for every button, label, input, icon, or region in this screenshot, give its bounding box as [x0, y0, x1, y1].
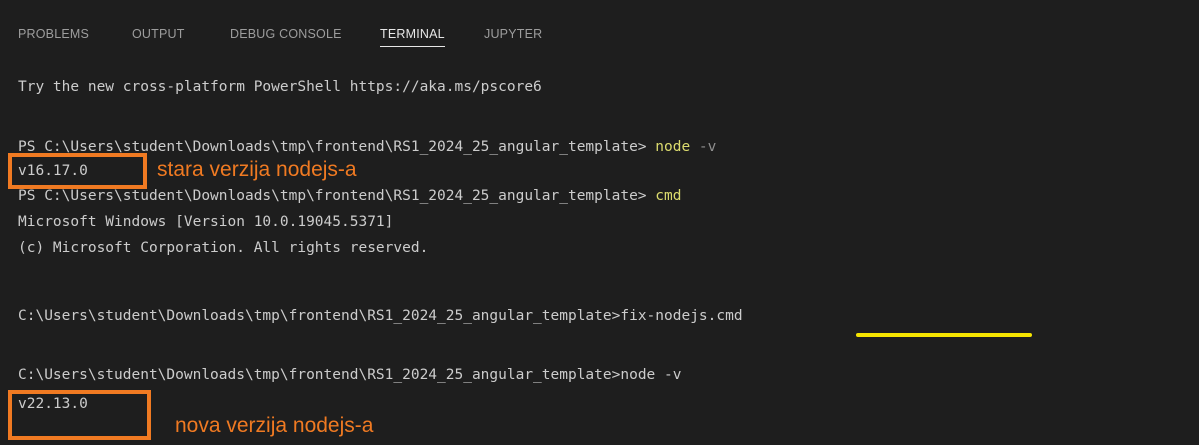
tab-problems[interactable]: PROBLEMS — [18, 27, 89, 41]
ps-prompt: PS C:\Users\student\Downloads\tmp\fronte… — [18, 188, 656, 204]
terminal-line-windows-version: Microsoft Windows [Version 10.0.19045.53… — [18, 214, 394, 230]
annotation-new-version: nova verzija nodejs-a — [175, 414, 374, 437]
terminal-line-copyright: (c) Microsoft Corporation. All rights re… — [18, 240, 429, 256]
command-node: node — [655, 139, 691, 155]
active-tab-indicator — [380, 46, 445, 47]
command-cmd: cmd — [655, 188, 682, 204]
command-fix-nodejs: fix-nodejs.cmd — [620, 308, 743, 324]
command-flag: -v — [690, 139, 717, 155]
tab-debug-console[interactable]: DEBUG CONSOLE — [230, 27, 342, 41]
command-node-v: node -v — [620, 367, 682, 383]
cmd-prompt: C:\Users\student\Downloads\tmp\frontend\… — [18, 308, 621, 324]
terminal-line-pscore: Try the new cross-platform PowerShell ht… — [18, 79, 542, 95]
cmd-prompt: C:\Users\student\Downloads\tmp\frontend\… — [18, 367, 621, 383]
tab-output[interactable]: OUTPUT — [132, 27, 185, 41]
terminal-line-cmd: PS C:\Users\student\Downloads\tmp\fronte… — [18, 186, 681, 206]
terminal-line-fix-nodejs: C:\Users\student\Downloads\tmp\frontend\… — [18, 306, 743, 326]
highlight-box-old-version — [8, 153, 147, 189]
panel-tab-bar: PROBLEMS OUTPUT DEBUG CONSOLE TERMINAL J… — [0, 0, 1199, 56]
tab-terminal[interactable]: TERMINAL — [380, 27, 445, 47]
tab-terminal-label: TERMINAL — [380, 27, 445, 41]
annotation-old-version: stara verzija nodejs-a — [157, 158, 357, 181]
tab-jupyter[interactable]: JUPYTER — [484, 27, 542, 41]
highlight-box-new-version — [8, 390, 151, 440]
terminal-line-node-v-cmd: C:\Users\student\Downloads\tmp\frontend\… — [18, 365, 681, 385]
underline-fix-nodejs — [856, 333, 1032, 337]
